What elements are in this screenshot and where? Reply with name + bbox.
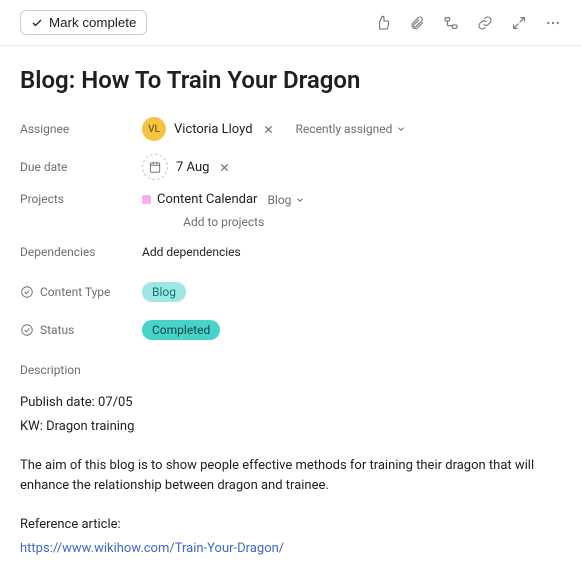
content-type-pill[interactable]: Blog [142, 282, 186, 302]
assignee-value[interactable]: VL Victoria Lloyd Recently assigned [142, 117, 406, 141]
content-type-row: Content Type Blog [20, 275, 561, 309]
mark-complete-button[interactable]: Mark complete [20, 10, 147, 35]
due-date-row: Due date 7 Aug [20, 150, 561, 184]
topbar: Mark complete [0, 0, 581, 46]
project-chip[interactable]: Content Calendar [142, 192, 257, 207]
link-icon[interactable] [477, 15, 493, 31]
description-line: KW: Dragon training [20, 417, 561, 437]
dependencies-label: Dependencies [20, 245, 142, 259]
section-dropdown[interactable]: Blog [267, 193, 305, 207]
custom-field-icon [20, 323, 34, 337]
add-dependencies-button[interactable]: Add dependencies [142, 245, 241, 259]
content-type-label: Content Type [20, 285, 142, 299]
description-line: Reference article: [20, 515, 561, 535]
description-line: The aim of this blog is to show people e… [20, 456, 561, 495]
reference-link[interactable]: https://www.wikihow.com/Train-Your-Drago… [20, 541, 284, 556]
attachment-icon[interactable] [409, 15, 425, 31]
due-date-value[interactable]: 7 Aug [142, 154, 232, 180]
description-label: Description [20, 363, 561, 377]
more-icon[interactable] [545, 15, 561, 31]
task-title[interactable]: Blog: How To Train Your Dragon [20, 66, 561, 94]
assignee-row: Assignee VL Victoria Lloyd Recently assi… [20, 112, 561, 146]
project-name: Content Calendar [157, 192, 257, 207]
status-label: Status [20, 323, 142, 337]
check-icon [31, 17, 43, 29]
avatar: VL [142, 117, 166, 141]
dependencies-row: Dependencies Add dependencies [20, 235, 561, 269]
like-icon[interactable] [375, 15, 391, 31]
mark-complete-label: Mark complete [49, 15, 136, 30]
chevron-down-icon [295, 195, 305, 205]
add-to-projects-button[interactable]: Add to projects [183, 215, 264, 229]
chevron-down-icon [396, 124, 406, 134]
section-name: Blog [267, 193, 291, 207]
project-color-dot [142, 195, 151, 204]
custom-field-icon [20, 285, 34, 299]
recently-assigned-dropdown[interactable]: Recently assigned [296, 122, 407, 136]
assignee-label: Assignee [20, 122, 142, 136]
clear-due-date-icon[interactable] [217, 160, 232, 175]
subtask-icon[interactable] [443, 15, 459, 31]
task-content: Blog: How To Train Your Dragon Assignee … [0, 46, 581, 582]
recently-assigned-label: Recently assigned [296, 122, 393, 136]
due-date-text: 7 Aug [176, 160, 209, 175]
projects-row: Projects Content Calendar Blog Add to pr… [20, 188, 561, 229]
description-line: Publish date: 07/05 [20, 393, 561, 413]
calendar-icon [142, 154, 168, 180]
due-date-label: Due date [20, 160, 142, 174]
projects-label: Projects [20, 192, 142, 206]
expand-icon[interactable] [511, 15, 527, 31]
status-pill[interactable]: Completed [142, 320, 220, 340]
assignee-name: Victoria Lloyd [174, 122, 253, 137]
clear-assignee-icon[interactable] [261, 122, 276, 137]
status-row: Status Completed [20, 313, 561, 347]
top-actions [375, 15, 561, 31]
description-body[interactable]: Publish date: 07/05 KW: Dragon training … [20, 393, 561, 558]
